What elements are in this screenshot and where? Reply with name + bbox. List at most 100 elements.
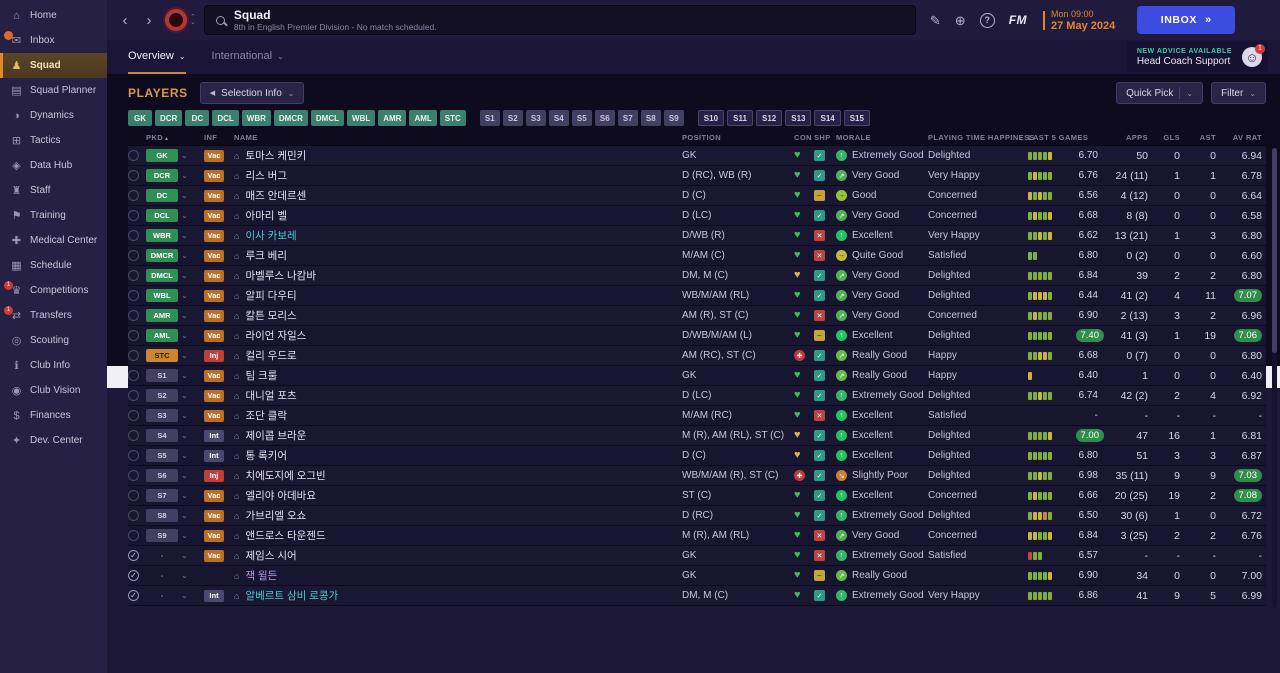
- tab-international[interactable]: International ⌄: [212, 40, 284, 74]
- quick-pick-button[interactable]: Quick Pick ⌄: [1116, 82, 1204, 104]
- sidebar-item-tactics[interactable]: ⊞ Tactics: [0, 128, 107, 153]
- filter-button[interactable]: Filter ⌄: [1211, 82, 1266, 104]
- chevron-down-icon[interactable]: ⌄: [181, 431, 188, 440]
- table-row[interactable]: S3 ⌄ Vac ⌂ 조단 클락 M/AM (RC) ♥ ✕ ↑ Excellent Satisfi…: [128, 406, 1266, 426]
- position-button-amr[interactable]: AMR: [378, 110, 407, 126]
- continue-button[interactable]: [165, 9, 187, 31]
- sub-button-s3[interactable]: S3: [525, 110, 546, 126]
- player-name[interactable]: 매즈 안데르센: [245, 188, 306, 203]
- position-button-dc[interactable]: DC: [185, 110, 210, 126]
- table-row[interactable]: AMR ⌄ Vac ⌂ 칼튼 모리스 AM (R), ST (C) ♥ ✕ ↗ Very Good…: [128, 306, 1266, 326]
- table-row[interactable]: S9 ⌄ Vac ⌂ 앤드로스 타운젠드 M (R), AM (RL) ♥ ✕ ↗ Very Go…: [128, 526, 1266, 546]
- table-row[interactable]: ✓ - ⌄ ⌂ 잭 윌든 GK ♥ – ↗ Really Good 6.90 34 0 0 7.00: [128, 566, 1266, 586]
- player-name[interactable]: 조단 클락: [245, 408, 287, 423]
- sub-button-s1[interactable]: S1: [479, 110, 500, 126]
- sidebar-item-schedule[interactable]: ▦ Schedule: [0, 253, 107, 278]
- sub-button-s6[interactable]: S6: [594, 110, 615, 126]
- chevron-down-icon[interactable]: ⌄: [181, 271, 188, 280]
- sidebar-item-data-hub[interactable]: ◈ Data Hub: [0, 153, 107, 178]
- chevron-down-icon[interactable]: ⌄: [181, 231, 188, 240]
- table-row[interactable]: ✓ - ⌄ Vac ⌂ 제임스 시어 GK ♥ ✕ ↑ Extremely Good Satisfie…: [128, 546, 1266, 566]
- position-button-wbl[interactable]: WBL: [347, 110, 376, 126]
- edit-icon[interactable]: ✎: [930, 14, 941, 27]
- row-checkbox[interactable]: [128, 250, 139, 261]
- chevron-down-icon[interactable]: ⌄: [181, 491, 188, 500]
- row-checkbox[interactable]: ✓: [128, 590, 139, 601]
- chevron-down-icon[interactable]: ⌄: [181, 591, 188, 600]
- position-button-dmcl[interactable]: DMCL: [310, 110, 345, 126]
- chevron-down-icon[interactable]: ⌄: [181, 151, 188, 160]
- back-button[interactable]: ‹: [117, 13, 133, 28]
- player-name[interactable]: 라이언 자일스: [245, 328, 306, 343]
- forward-button[interactable]: ›: [141, 13, 157, 28]
- table-row[interactable]: AML ⌄ Vac ⌂ 라이언 자일스 D/WB/M/AM (L) ♥ – ↑ Excellent…: [128, 326, 1266, 346]
- row-checkbox[interactable]: [128, 290, 139, 301]
- player-name[interactable]: 컬리 우드로: [245, 348, 296, 363]
- sidebar-item-finances[interactable]: $ Finances: [0, 403, 107, 428]
- sidebar-item-competitions[interactable]: ♛ Competitions 1: [0, 278, 107, 303]
- world-icon[interactable]: ⊕: [955, 14, 966, 27]
- chevron-down-icon[interactable]: ⌄: [181, 291, 188, 300]
- sidebar-item-home[interactable]: ⌂ Home: [0, 3, 107, 28]
- sidebar-item-dev-center[interactable]: ✦ Dev. Center: [0, 428, 107, 453]
- row-checkbox[interactable]: [128, 530, 139, 541]
- sub-button-s11[interactable]: S11: [727, 110, 754, 126]
- sub-button-s13[interactable]: S13: [785, 110, 812, 126]
- player-name[interactable]: 알베르트 삼비 로콩가: [245, 588, 338, 603]
- player-name[interactable]: 제임스 시어: [245, 548, 296, 563]
- row-checkbox[interactable]: [128, 270, 139, 281]
- table-row[interactable]: S5 ⌄ Int ⌂ 통 록키어 D (C) ♥ ✓ ↑ Excellent Delighted 6.…: [128, 446, 1266, 466]
- table-row[interactable]: DCL ⌄ Vac ⌂ 아마리 벨D (LC) ♥ ✓ ↗ Very Good Concerned…: [128, 206, 1266, 226]
- table-row[interactable]: DMCR ⌄ Vac ⌂ 루크 베리 M/AM (C) ♥ ✕ → Quite Good Satis…: [128, 246, 1266, 266]
- column-header-shp[interactable]: SHP: [814, 133, 836, 142]
- table-row[interactable]: S8 ⌄ Vac ⌂ 가브리엘 오쇼 D (RC) ♥ ✓ ↑ Extremely Good Del…: [128, 506, 1266, 526]
- sub-button-s9[interactable]: S9: [663, 110, 684, 126]
- sidebar-item-staff[interactable]: ♜ Staff: [0, 178, 107, 203]
- sub-button-s14[interactable]: S14: [814, 110, 841, 126]
- sub-button-s4[interactable]: S4: [548, 110, 569, 126]
- player-name[interactable]: 제이콥 브라운: [245, 428, 306, 443]
- column-header-morale[interactable]: MORALE: [836, 133, 928, 142]
- sidebar-item-squad[interactable]: ♟ Squad: [0, 53, 107, 78]
- player-name[interactable]: 앤드로스 타운젠드: [245, 528, 325, 543]
- sub-button-s7[interactable]: S7: [617, 110, 638, 126]
- sidebar-item-club-vision[interactable]: ◉ Club Vision: [0, 378, 107, 403]
- row-checkbox[interactable]: [128, 190, 139, 201]
- player-name[interactable]: 알피 다우티: [245, 288, 296, 303]
- column-header-ast[interactable]: AST: [1184, 133, 1220, 142]
- column-header-name[interactable]: NAME: [234, 133, 682, 142]
- row-checkbox[interactable]: [128, 470, 139, 481]
- inbox-button[interactable]: INBOX»: [1137, 6, 1236, 34]
- table-row[interactable]: GK ⌄ Vac ⌂ 토마스 케민키 GK ♥ ✓ ↑ Extremely Good Delight…: [128, 146, 1266, 166]
- position-button-wbr[interactable]: WBR: [241, 110, 271, 126]
- row-checkbox[interactable]: [128, 230, 139, 241]
- table-row[interactable]: DMCL ⌄ Vac ⌂ 마벨루스 나캄바 DM, M (C) ♥ ✓ ↗ Very Good De…: [128, 266, 1266, 286]
- player-name[interactable]: 마벨루스 나캄바: [245, 268, 316, 283]
- chevron-down-icon[interactable]: ⌄: [181, 571, 188, 580]
- sidebar-item-dynamics[interactable]: ◑ Dynamics: [0, 103, 107, 128]
- column-header-playing-time-happiness[interactable]: PLAYING TIME HAPPINESS: [928, 133, 1034, 142]
- position-button-dcl[interactable]: DCL: [212, 110, 239, 126]
- table-row[interactable]: S7 ⌄ Vac ⌂ 엘리야 아데바요 ST (C) ♥ ✓ ↑ Excellent Concern…: [128, 486, 1266, 506]
- table-scrollbar[interactable]: [1272, 148, 1277, 608]
- row-checkbox[interactable]: ✓: [128, 570, 139, 581]
- table-row[interactable]: DCR ⌄ Vac ⌂ 리스 버그 D (RC), WB (R) ♥ ✓ ↗ Very Good V…: [128, 166, 1266, 186]
- player-name[interactable]: 잭 윌든: [245, 568, 277, 583]
- row-checkbox[interactable]: [128, 450, 139, 461]
- row-checkbox[interactable]: ✓: [128, 550, 139, 561]
- sidebar-item-inbox[interactable]: ✉ Inbox: [0, 28, 107, 53]
- chevron-down-icon[interactable]: ⌄: [181, 531, 188, 540]
- sub-button-s12[interactable]: S12: [756, 110, 783, 126]
- player-name[interactable]: 엘리야 아데바요: [245, 488, 316, 503]
- player-name[interactable]: 칼튼 모리스: [245, 308, 296, 323]
- sidebar-item-squad-planner[interactable]: ▤ Squad Planner: [0, 78, 107, 103]
- chevron-down-icon[interactable]: ⌄: [181, 371, 188, 380]
- table-row[interactable]: S4 ⌄ Int ⌂ 제이콥 브라운 M (R), AM (RL), ST (C) ♥ ✓ ↑ E…: [128, 426, 1266, 446]
- sub-button-s15[interactable]: S15: [843, 110, 870, 126]
- table-row[interactable]: S2 ⌄ Vac ⌂ 대니얼 포츠 D (LC) ♥ ✓ ↑ Extremely Good Deli…: [128, 386, 1266, 406]
- table-row[interactable]: STC ⌄ Inj ⌂ 컬리 우드로 AM (RC), ST (C) ✚ ✓ ↗ Really G…: [128, 346, 1266, 366]
- table-row[interactable]: S1 ⌄ Vac ⌂ 팀 크룰 GK ♥ ✓ ↗ Really Good Happy 6.40 1 0 0 6…: [128, 366, 1266, 386]
- column-header-inf[interactable]: INF: [204, 133, 234, 142]
- chevron-down-icon[interactable]: ⌄: [181, 551, 188, 560]
- position-button-aml[interactable]: AML: [409, 110, 437, 126]
